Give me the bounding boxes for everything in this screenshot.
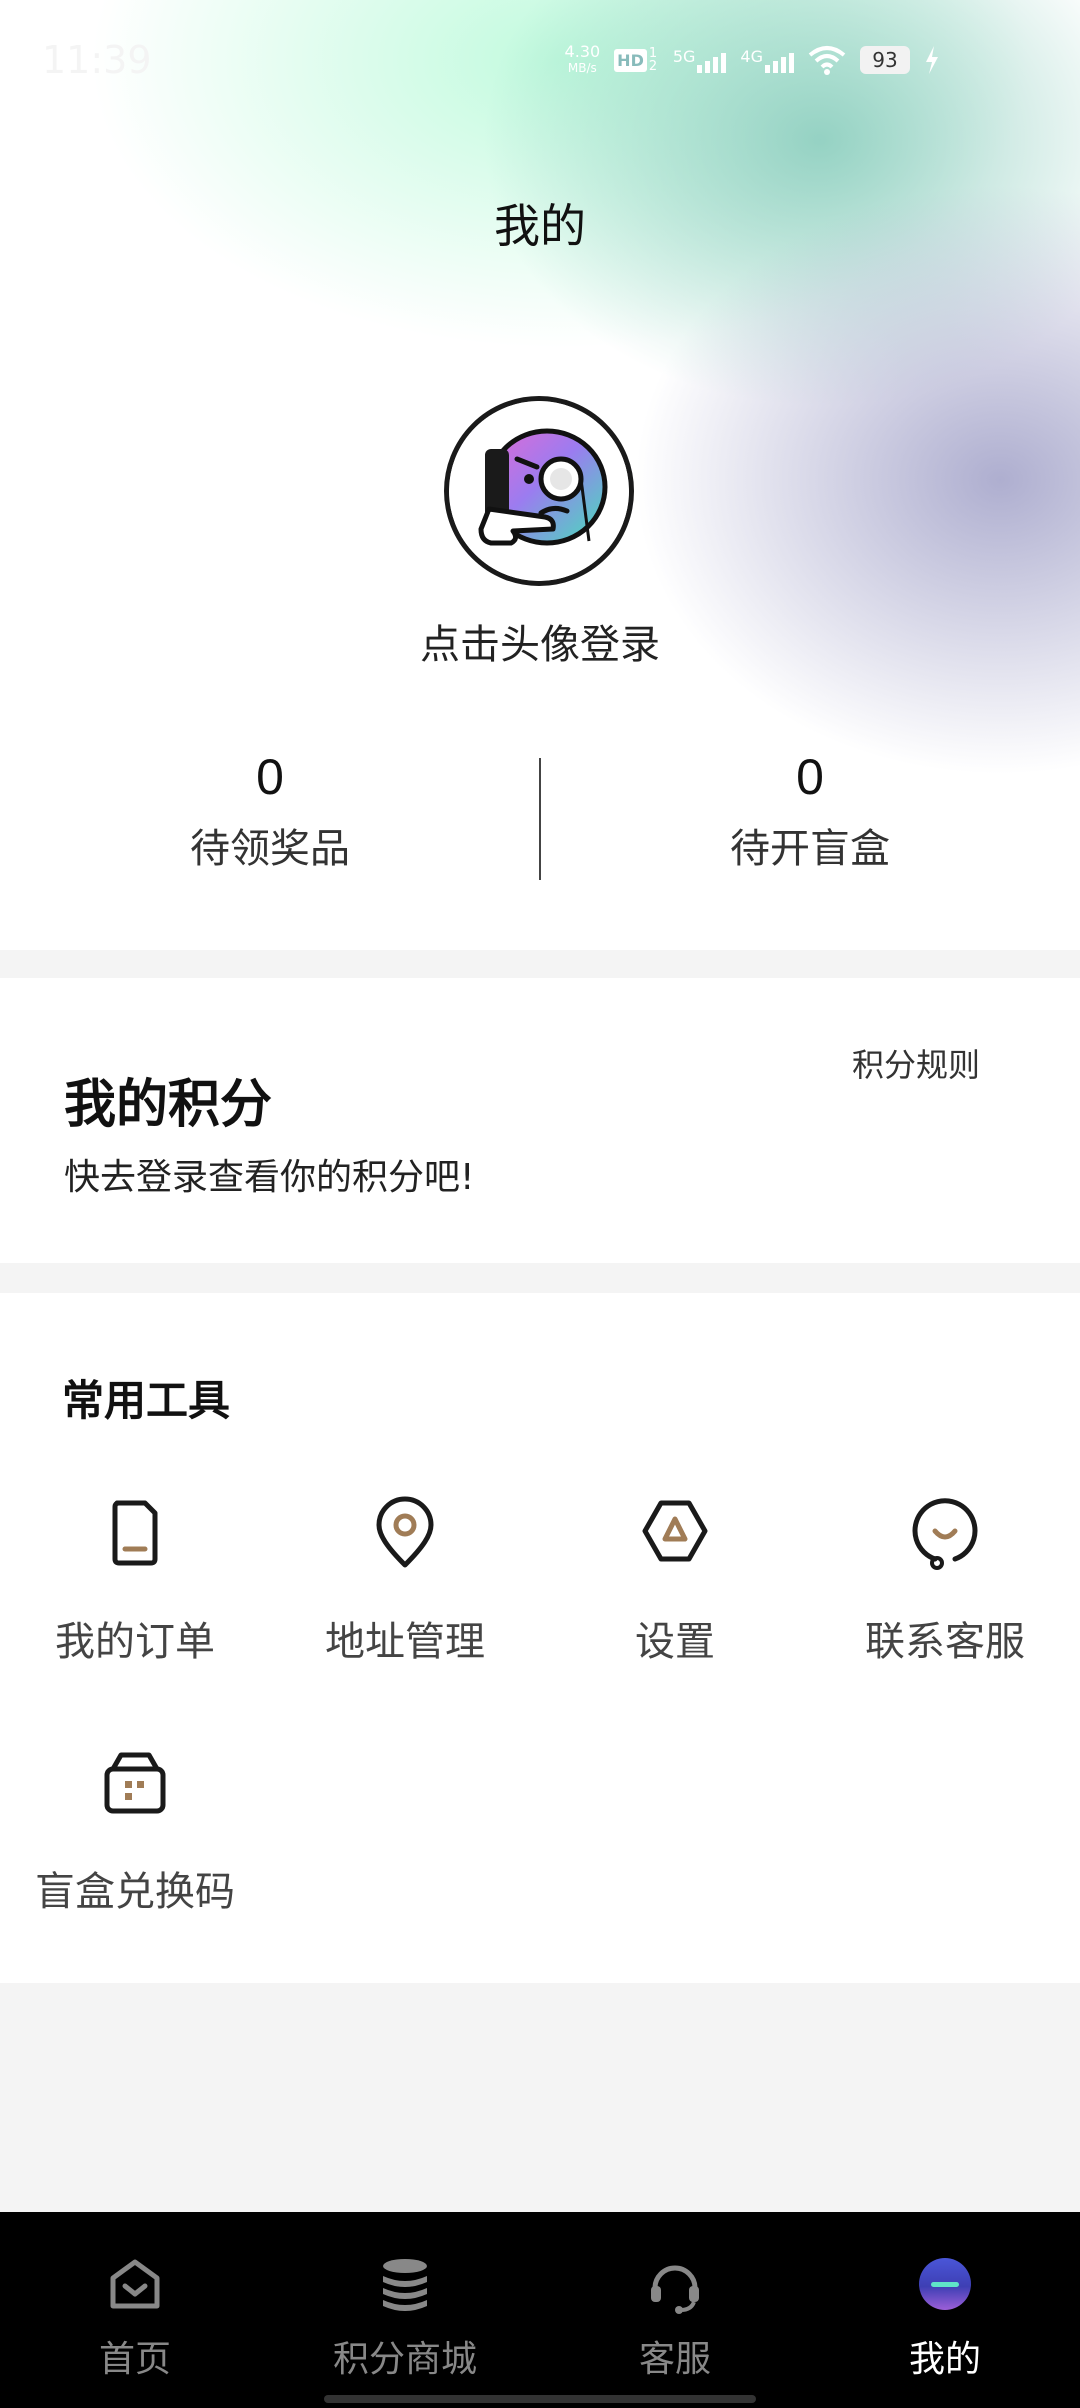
- status-icons: 4.30 MB/s HD 1 2 5G 4G 93: [565, 44, 940, 76]
- stat-label: 待领奖品: [190, 826, 350, 872]
- tab-label: 积分商城: [332, 2339, 477, 2380]
- customer-service-icon: [912, 1498, 978, 1570]
- stat-value: 0: [796, 749, 824, 805]
- tab-label: 首页: [98, 2339, 171, 2380]
- tool-label: 我的订单: [55, 1619, 215, 1665]
- stat-value: 0: [256, 749, 284, 805]
- charging-icon: [926, 46, 938, 74]
- network-speed-value: 4.30: [564, 42, 601, 61]
- signal-4g-label: 4G: [740, 47, 763, 66]
- signal-5g-label: 5G: [672, 47, 696, 66]
- login-prompt[interactable]: 点击头像登录: [0, 612, 1080, 670]
- location-pin-icon: [376, 1496, 434, 1568]
- order-icon: [112, 1500, 158, 1566]
- coins-stack-icon: [383, 2259, 427, 2311]
- status-bar: 11:39 4.30 MB/s HD 1 2 5G 4G 93: [0, 0, 1080, 120]
- tab-label: 客服: [638, 2339, 711, 2380]
- page-title: 我的: [494, 199, 586, 253]
- tool-label: 设置: [635, 1619, 715, 1665]
- status-time: 11:39: [42, 38, 152, 82]
- tab-points-mall[interactable]: 积分商城: [270, 2252, 540, 2382]
- avatar-mascot-icon: [449, 401, 629, 581]
- stat-pending-prizes[interactable]: 0 待领奖品: [0, 748, 540, 874]
- tools-card: 常用工具 我的订单 地址管理 设置 联系客服 盲盒兑换码: [0, 1293, 1080, 1983]
- points-subtitle: 快去登录查看你的积分吧!: [64, 1157, 475, 1198]
- tools-title: 常用工具: [62, 1376, 231, 1425]
- headset-icon: [651, 2265, 699, 2314]
- tab-customer-service[interactable]: 客服: [540, 2252, 810, 2382]
- stat-label: 待开盲盒: [730, 826, 890, 872]
- stat-unopened-boxes[interactable]: 0 待开盲盒: [540, 748, 1080, 874]
- profile-orb-icon: [919, 2258, 971, 2310]
- wifi-icon: [808, 46, 846, 75]
- home-icon: [110, 2259, 160, 2309]
- tool-my-orders[interactable]: 我的订单: [0, 1493, 270, 1667]
- tool-settings[interactable]: 设置: [540, 1493, 810, 1667]
- points-rules-link[interactable]: 积分规则: [852, 1040, 980, 1086]
- tool-label: 地址管理: [325, 1619, 485, 1665]
- tool-address-management[interactable]: 地址管理: [270, 1493, 540, 1667]
- tool-label: 联系客服: [865, 1619, 1025, 1665]
- tab-home[interactable]: 首页: [0, 2252, 270, 2382]
- blind-box-code-icon: [104, 1752, 166, 1814]
- points-title: 我的积分: [64, 1075, 273, 1135]
- battery-indicator: 93: [860, 46, 910, 74]
- points-card: 我的积分 快去登录查看你的积分吧! 积分规则: [0, 978, 1080, 1263]
- tab-label: 我的: [908, 2339, 981, 2380]
- hd-label: HD: [614, 48, 647, 72]
- tool-contact-service[interactable]: 联系客服: [810, 1493, 1080, 1667]
- hd-sim-slots: 1 2: [648, 46, 658, 74]
- hd-icon: HD 1 2: [614, 47, 659, 73]
- signal-5g-icon: 5G: [673, 47, 727, 73]
- avatar[interactable]: [444, 396, 634, 586]
- signal-4g-icon: 4G: [740, 47, 794, 73]
- home-indicator[interactable]: [324, 2395, 756, 2403]
- tool-blind-box-code[interactable]: 盲盒兑换码: [0, 1743, 270, 1917]
- network-speed: 4.30 MB/s: [565, 44, 601, 76]
- tab-profile[interactable]: 我的: [810, 2252, 1080, 2382]
- network-speed-unit: MB/s: [567, 61, 597, 75]
- bottom-tab-bar: 首页 积分商城 客服 我的: [0, 2212, 1080, 2408]
- settings-icon: [642, 1500, 708, 1562]
- tool-label: 盲盒兑换码: [35, 1869, 235, 1915]
